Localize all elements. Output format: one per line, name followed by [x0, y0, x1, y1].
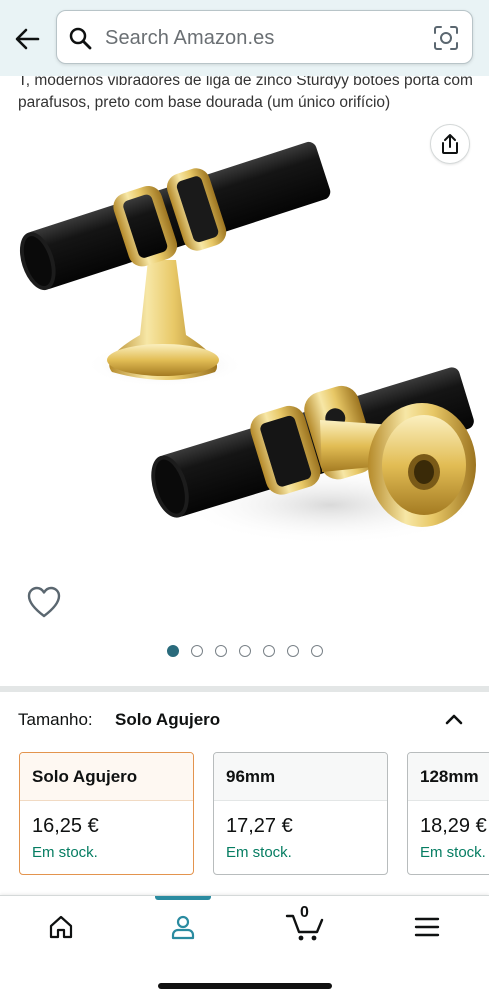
home-icon	[49, 915, 73, 939]
carousel-dot[interactable]	[262, 645, 275, 657]
carousel-dot[interactable]	[166, 645, 179, 657]
cart-count-badge: 0	[300, 904, 309, 921]
menu-icon	[414, 917, 440, 937]
wishlist-button[interactable]	[26, 586, 62, 620]
image-carousel-dots	[0, 645, 489, 657]
search-icon	[69, 27, 92, 50]
size-option-stock: Em stock.	[420, 844, 486, 861]
carousel-dot[interactable]	[310, 645, 323, 657]
chevron-up-icon[interactable]	[440, 706, 468, 734]
carousel-dot[interactable]	[190, 645, 203, 657]
product-title-area: T, modernos vibradores de liga de zinco …	[0, 76, 489, 116]
size-option-price: 17,27 €	[226, 815, 293, 837]
size-option-96mm[interactable]: 96mm 17,27 € Em stock.	[213, 752, 388, 875]
size-option-stock: Em stock.	[226, 844, 292, 861]
size-option-name: 128mm	[408, 753, 489, 801]
arrow-left-icon	[15, 28, 40, 50]
account-icon	[171, 915, 195, 940]
carousel-dot[interactable]	[238, 645, 251, 657]
search-placeholder: Search Amazon.es	[105, 27, 275, 49]
product-photo-t-knob	[19, 141, 480, 545]
nav-menu[interactable]	[366, 896, 488, 958]
nav-account[interactable]	[122, 896, 244, 958]
camera-lens-icon[interactable]	[432, 24, 460, 52]
nav-home[interactable]	[0, 896, 122, 958]
size-option-128mm[interactable]: 128mm 18,29 € Em stock.	[407, 752, 489, 875]
section-divider	[0, 686, 489, 692]
top-header: Search Amazon.es	[0, 0, 489, 76]
size-label: Tamanho:	[18, 710, 93, 729]
size-options: Solo Agujero 16,25 € Em stock. 96mm 17,2…	[0, 752, 489, 877]
size-option-name: 96mm	[214, 753, 387, 801]
size-selected-value: Solo Agujero	[115, 710, 221, 729]
size-option-solo-agujero[interactable]: Solo Agujero 16,25 € Em stock.	[19, 752, 194, 875]
product-title: T, modernos vibradores de liga de zinco …	[18, 76, 473, 111]
search-input[interactable]: Search Amazon.es	[56, 10, 473, 64]
size-option-price: 16,25 €	[32, 815, 99, 837]
share-button[interactable]	[430, 124, 470, 164]
carousel-dot[interactable]	[214, 645, 227, 657]
carousel-dot[interactable]	[286, 645, 299, 657]
heart-icon	[27, 586, 61, 618]
home-indicator	[158, 983, 332, 989]
size-option-price: 18,29 €	[420, 815, 487, 837]
size-selector-header[interactable]: Tamanho: Solo Agujero	[0, 700, 489, 740]
size-option-name: Solo Agujero	[20, 753, 193, 801]
product-image[interactable]	[0, 120, 489, 620]
size-option-stock: Em stock.	[32, 844, 98, 861]
back-button[interactable]	[10, 22, 44, 56]
share-icon	[442, 134, 458, 154]
